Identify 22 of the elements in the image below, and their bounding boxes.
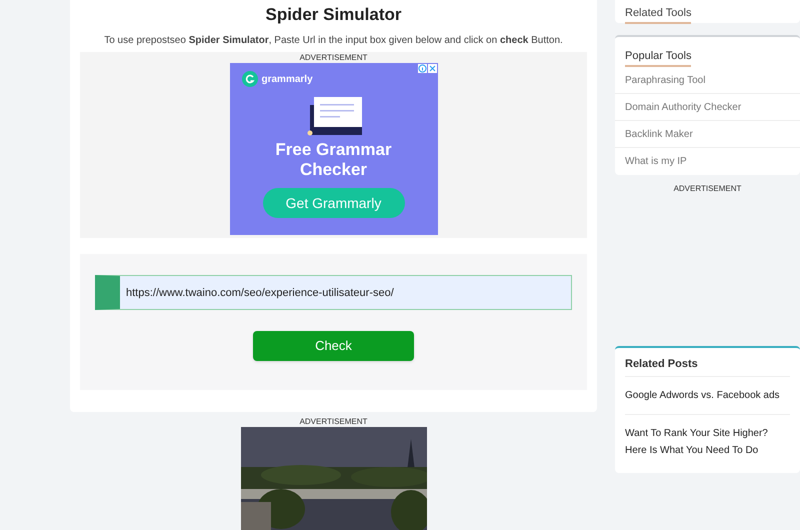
- section-title: Related Tools: [625, 6, 692, 24]
- info-icon[interactable]: [418, 64, 426, 73]
- post-link[interactable]: Google Adwords vs. Facebook ads: [625, 387, 790, 404]
- section-title: Popular Tools: [625, 49, 692, 67]
- check-button[interactable]: Check: [253, 331, 414, 361]
- url-field[interactable]: https://www.twaino.com/seo/experience-utilisateur-seo/: [95, 275, 572, 310]
- ad-headline: Free Grammar Checker: [274, 140, 393, 180]
- tool-link[interactable]: Domain Authority Checker: [625, 100, 742, 114]
- intro-text: To use prepostseo Spider Simulator, Paste Url in the input box given below and click on check Button.: [103, 34, 564, 48]
- g-logo-icon: [242, 71, 258, 87]
- section-title: Related Posts: [625, 356, 790, 377]
- post-link[interactable]: Want To Rank Your Site Higher? Here Is What You Need To Do: [625, 425, 790, 459]
- ad-label: ADVERTISEMENT: [300, 416, 368, 427]
- ad-label: ADVERTISEMENT: [300, 52, 368, 63]
- close-icon[interactable]: [428, 64, 436, 73]
- tool-link[interactable]: Paraphrasing Tool: [625, 72, 706, 88]
- get-grammarly-button[interactable]: Get Grammarly: [262, 188, 404, 218]
- tool-link[interactable]: Backlink Maker: [625, 126, 693, 142]
- tool-link[interactable]: What is my IP: [625, 154, 687, 169]
- page-title: Spider Simulator: [264, 4, 403, 25]
- ad-label: ADVERTISEMENT: [672, 183, 742, 194]
- brand-name: grammarly: [262, 72, 313, 86]
